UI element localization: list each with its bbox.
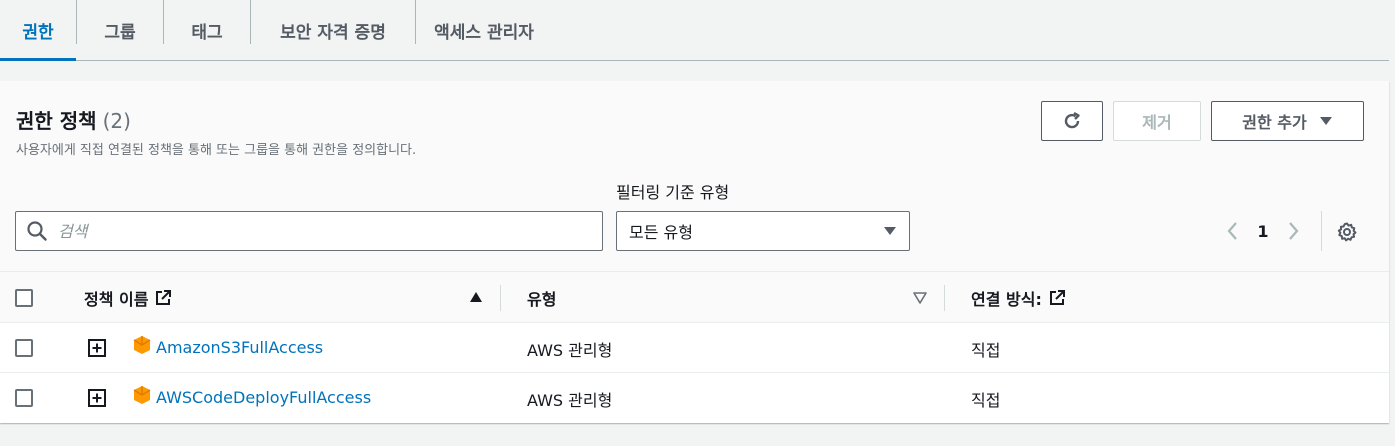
row-checkbox[interactable] (15, 339, 33, 357)
previous-page-button[interactable] (1218, 221, 1246, 241)
column-header-label: 유형 (527, 290, 557, 309)
panel-header: 권한 정책 (2) 사용자에게 직접 연결된 정책을 통해 또는 그룹을 통해 권… (0, 81, 1389, 271)
type-filter-value: 모든 유형 (629, 223, 693, 242)
search-field[interactable] (15, 211, 603, 251)
search-icon (27, 221, 47, 241)
tab-label: 권한 (22, 22, 54, 43)
panel-title: 권한 정책 (2) (16, 105, 131, 134)
table-header: 정책 이름 유형 연결 방식: (0, 271, 1389, 323)
external-link-icon (156, 290, 172, 305)
table-row[interactable]: AWSCodeDeployFullAccess AWS 관리형 직접 (0, 373, 1389, 423)
table-row[interactable]: AmazonS3FullAccess AWS 관리형 직접 (0, 323, 1389, 373)
add-permissions-label: 권한 추가 (1242, 113, 1307, 132)
tab-bar: 권한 그룹 태그 보안 자격 증명 액세스 관리자 (0, 0, 1389, 61)
tab-label: 태그 (191, 22, 223, 43)
policy-type: AWS 관리형 (527, 341, 613, 360)
expand-plus-icon[interactable] (88, 389, 106, 407)
tab-tags[interactable]: 태그 (164, 0, 250, 60)
type-filter-select[interactable]: 모든 유형 (616, 211, 910, 251)
refresh-button[interactable] (1041, 101, 1103, 141)
panel-title-text: 권한 정책 (16, 109, 97, 133)
sort-descending-icon[interactable] (913, 292, 927, 304)
caret-down-icon (884, 227, 896, 235)
column-header-label: 정책 이름 (84, 290, 149, 309)
select-all-checkbox[interactable] (15, 289, 33, 307)
sort-ascending-icon[interactable] (469, 291, 483, 303)
column-header-label: 연결 방식: (971, 290, 1042, 309)
remove-label: 제거 (1142, 113, 1172, 132)
expand-plus-icon[interactable] (88, 339, 106, 357)
managed-policy-icon (133, 386, 151, 404)
tab-access-advisor[interactable]: 액세스 관리자 (416, 0, 552, 60)
column-divider (500, 285, 501, 311)
search-input[interactable] (58, 221, 558, 241)
external-link-icon (1049, 290, 1065, 305)
row-checkbox[interactable] (15, 389, 33, 407)
panel-description: 사용자에게 직접 연결된 정책을 통해 또는 그룹을 통해 권한을 정의합니다. (16, 143, 417, 158)
pagination: 1 (1218, 211, 1308, 251)
tab-label: 액세스 관리자 (434, 22, 534, 43)
policies-table: 정책 이름 유형 연결 방식: AmazonS3FullAccess AWS 관… (0, 271, 1389, 423)
tab-groups[interactable]: 그룹 (77, 0, 163, 60)
policy-name-link[interactable]: AWSCodeDeployFullAccess (156, 388, 371, 407)
tab-permissions[interactable]: 권한 (0, 0, 76, 61)
settings-gear-icon[interactable] (1336, 221, 1358, 243)
policy-name-link[interactable]: AmazonS3FullAccess (156, 338, 323, 357)
chevron-left-icon (1227, 222, 1237, 240)
current-page-number[interactable]: 1 (1256, 222, 1270, 241)
permission-policies-panel: 권한 정책 (2) 사용자에게 직접 연결된 정책을 통해 또는 그룹을 통해 권… (0, 81, 1389, 423)
policy-type: AWS 관리형 (527, 391, 613, 410)
pagination-divider (1321, 211, 1322, 251)
filter-type-label: 필터링 기준 유형 (616, 183, 730, 202)
policy-attached-via: 직접 (971, 341, 1001, 360)
chevron-right-icon (1289, 222, 1299, 240)
add-permissions-button[interactable]: 권한 추가 (1211, 101, 1364, 141)
tab-security-credentials[interactable]: 보안 자격 증명 (251, 0, 415, 60)
tab-label: 그룹 (104, 22, 136, 43)
column-divider (944, 285, 945, 311)
tab-label: 보안 자격 증명 (280, 22, 386, 43)
next-page-button[interactable] (1280, 221, 1308, 241)
column-header-type[interactable]: 유형 (527, 286, 556, 310)
caret-down-icon (1319, 117, 1332, 125)
policy-count: (2) (102, 109, 131, 133)
refresh-icon (1064, 111, 1080, 129)
remove-button[interactable]: 제거 (1113, 101, 1201, 141)
column-header-attached-via[interactable]: 연결 방식: (971, 286, 1066, 310)
policy-attached-via: 직접 (971, 391, 1001, 410)
managed-policy-icon (133, 336, 151, 354)
column-header-policy-name[interactable]: 정책 이름 (84, 286, 172, 310)
